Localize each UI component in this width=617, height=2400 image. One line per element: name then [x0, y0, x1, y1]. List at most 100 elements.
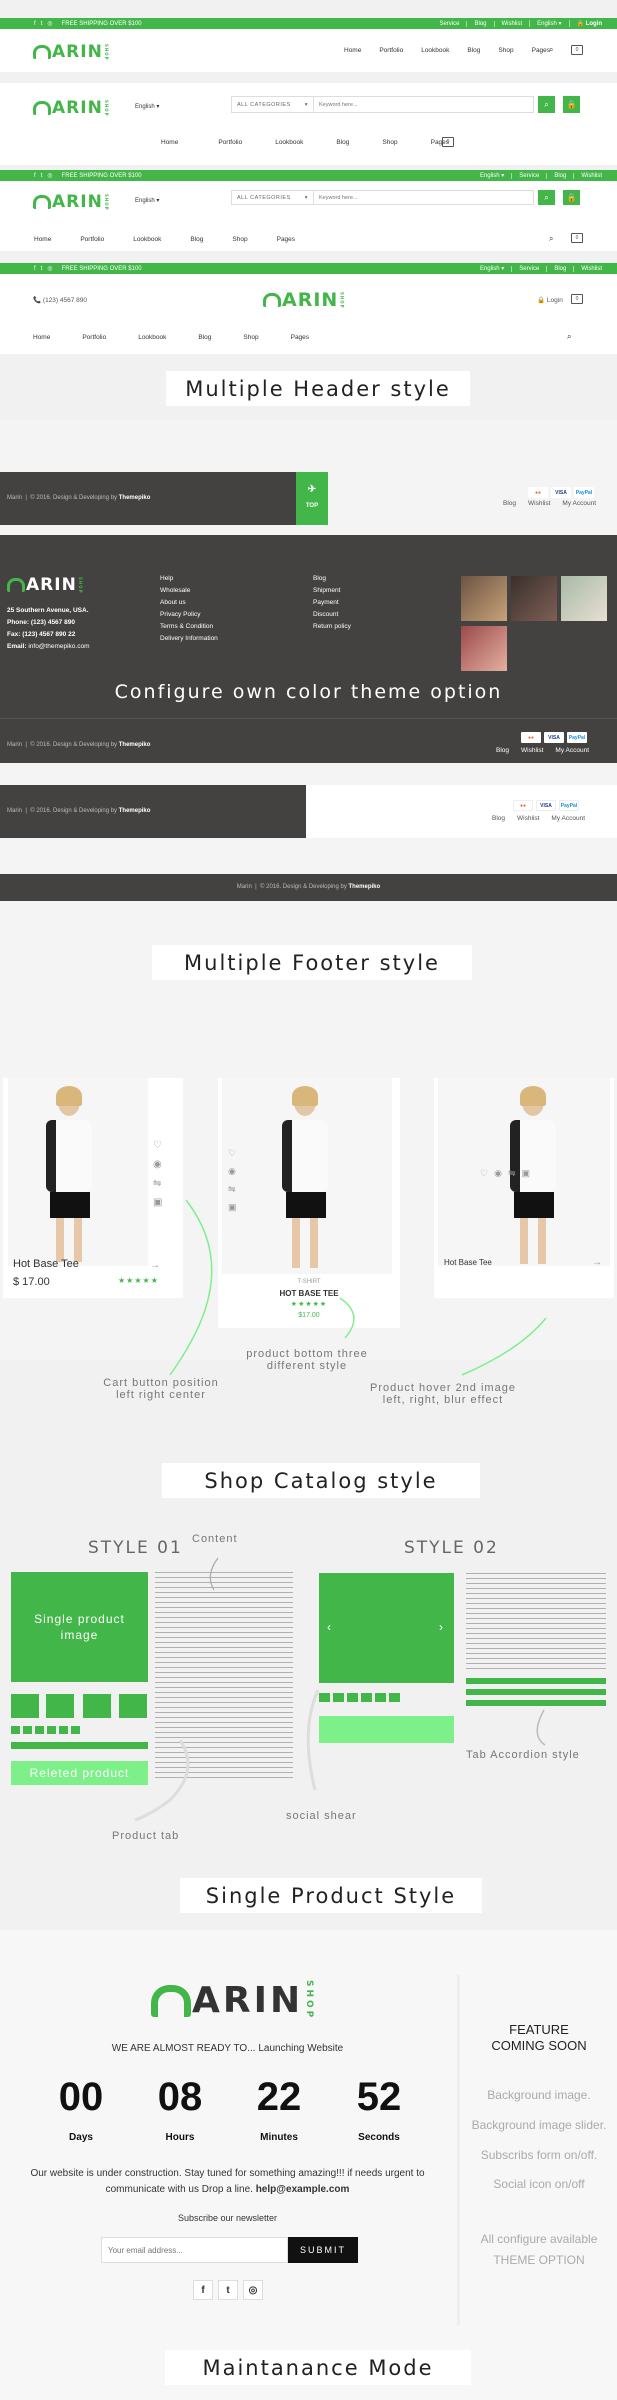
nav-shop[interactable]: Shop — [498, 47, 513, 54]
search-input[interactable] — [314, 101, 514, 108]
category-select[interactable]: ALL CATEGORIES ▾ — [232, 191, 314, 204]
nav-home[interactable]: Home — [34, 236, 51, 243]
top-link-login[interactable]: 🔒 Login — [568, 20, 609, 27]
language-select[interactable]: English ▾ — [135, 103, 159, 110]
compare-icon[interactable]: ⇋ — [508, 1168, 516, 1179]
nav-shop[interactable]: Shop — [232, 236, 247, 243]
search-icon[interactable]: ⌕ — [567, 332, 571, 342]
search-icon[interactable]: ⌕ — [549, 234, 553, 244]
login-link[interactable]: 🔒 Login — [537, 296, 563, 304]
search-button[interactable]: ⌕ — [538, 190, 555, 205]
top-link-service[interactable]: Service — [432, 21, 466, 27]
nav-lookbook[interactable]: Lookbook — [133, 236, 161, 243]
top-link-blog[interactable]: Blog — [546, 172, 573, 179]
heart-icon[interactable]: ♡ — [228, 1148, 237, 1159]
footer-link-wishlist[interactable]: Wishlist — [528, 500, 550, 507]
footer-link[interactable]: Return policy — [313, 621, 351, 633]
footer-link[interactable]: Shipment — [313, 585, 351, 597]
cart-icon[interactable]: 0 — [571, 45, 583, 55]
cart-icon[interactable]: 0 — [571, 233, 583, 243]
top-link-wishlist[interactable]: Wishlist — [493, 20, 530, 27]
footer-link-wishlist[interactable]: Wishlist — [517, 815, 539, 822]
logo[interactable]: ARIN SHOP — [7, 575, 83, 595]
footer-link-account[interactable]: My Account — [555, 747, 589, 754]
nav-pages[interactable]: Pages — [277, 236, 295, 243]
footer-link-account[interactable]: My Account — [562, 500, 596, 507]
footer-link[interactable]: Terms & Condition — [160, 621, 218, 633]
account-lock-button[interactable]: 🔒 — [563, 190, 580, 205]
nav-home[interactable]: Home — [344, 47, 361, 54]
logo[interactable]: ARIN SHOP — [33, 42, 109, 62]
footer-link[interactable]: Payment — [313, 597, 351, 609]
footer-link-blog[interactable]: Blog — [503, 500, 516, 507]
nav-lookbook[interactable]: Lookbook — [421, 47, 449, 54]
nav-shop[interactable]: Shop — [243, 334, 258, 341]
search-button[interactable]: ⌕ — [538, 96, 555, 113]
nav-blog[interactable]: Blog — [190, 236, 203, 243]
back-to-top-button[interactable]: ✈ TOP — [296, 472, 328, 525]
nav-portfolio[interactable]: Portfolio — [218, 139, 242, 146]
logo[interactable]: ARIN SHOP — [263, 289, 344, 311]
logo[interactable]: ARIN SHOP — [151, 1980, 314, 2021]
top-link-wishlist[interactable]: Wishlist — [573, 265, 609, 272]
nav-portfolio[interactable]: Portfolio — [82, 334, 106, 341]
twitter-icon[interactable]: t — [41, 266, 43, 272]
nav-pages[interactable]: Pages — [532, 47, 550, 54]
contact-email[interactable]: help@example.com — [256, 2184, 350, 2195]
instagram-thumb[interactable] — [461, 626, 507, 671]
nav-pages[interactable]: Pages — [291, 334, 309, 341]
instagram-icon[interactable]: ◎ — [243, 2280, 263, 2300]
facebook-icon[interactable]: f — [193, 2280, 213, 2300]
footer-link-account[interactable]: My Account — [551, 815, 585, 822]
footer-link[interactable]: Discount — [313, 609, 351, 621]
footer-link-blog[interactable]: Blog — [496, 747, 509, 754]
footer-link[interactable]: Help — [160, 573, 218, 585]
category-select[interactable]: ALL CATEGORIES ▾ — [232, 97, 314, 112]
eye-icon[interactable]: ◉ — [153, 1159, 162, 1170]
facebook-icon[interactable]: f — [34, 173, 36, 179]
bag-icon[interactable]: ▣ — [521, 1168, 530, 1179]
email-input[interactable] — [101, 2237, 288, 2263]
instagram-thumb[interactable] — [561, 576, 607, 621]
language-select[interactable]: English ▾ — [135, 197, 159, 204]
instagram-thumb[interactable] — [511, 576, 557, 621]
eye-icon[interactable]: ◉ — [494, 1168, 502, 1179]
nav-blog[interactable]: Blog — [336, 139, 349, 146]
nav-shop[interactable]: Shop — [382, 139, 397, 146]
account-lock-button[interactable]: 🔒 — [563, 96, 580, 113]
logo[interactable]: ARIN SHOP — [33, 192, 109, 212]
heart-icon[interactable]: ♡ — [480, 1168, 488, 1179]
eye-icon[interactable]: ◉ — [228, 1166, 237, 1177]
nav-portfolio[interactable]: Portfolio — [379, 47, 403, 54]
footer-link[interactable]: Wholesale — [160, 585, 218, 597]
nav-portfolio[interactable]: Portfolio — [80, 236, 104, 243]
heart-icon[interactable]: ♡ — [153, 1140, 162, 1151]
footer-link[interactable]: About us — [160, 597, 218, 609]
twitter-icon[interactable]: t — [41, 173, 43, 179]
instagram-icon[interactable]: ◎ — [47, 20, 52, 27]
instagram-thumb[interactable] — [461, 576, 507, 621]
footer-link[interactable]: Blog — [313, 573, 351, 585]
nav-lookbook[interactable]: Lookbook — [138, 334, 166, 341]
facebook-icon[interactable]: f — [34, 21, 36, 27]
top-link-service[interactable]: Service — [511, 172, 546, 179]
nav-home[interactable]: Home — [161, 139, 178, 146]
search-input[interactable] — [314, 194, 514, 201]
cart-icon[interactable]: 0 — [442, 137, 454, 147]
top-link-language[interactable]: English ▾ — [529, 20, 568, 27]
top-link-wishlist[interactable]: Wishlist — [573, 172, 609, 179]
top-link-language[interactable]: English ▾ — [473, 265, 511, 272]
search-icon[interactable]: ⌕ — [549, 45, 553, 55]
logo[interactable]: ARIN SHOP — [33, 98, 109, 118]
nav-blog[interactable]: Blog — [198, 334, 211, 341]
top-link-blog[interactable]: Blog — [546, 265, 573, 272]
footer-link[interactable]: Privacy Policy — [160, 609, 218, 621]
top-link-language[interactable]: English ▾ — [473, 172, 511, 179]
nav-blog[interactable]: Blog — [467, 47, 480, 54]
instagram-icon[interactable]: ◎ — [47, 172, 52, 179]
facebook-icon[interactable]: f — [34, 266, 36, 272]
nav-home[interactable]: Home — [33, 334, 50, 341]
submit-button[interactable]: SUBMIT — [288, 2237, 358, 2263]
top-link-blog[interactable]: Blog — [466, 20, 493, 27]
footer-link-wishlist[interactable]: Wishlist — [521, 747, 543, 754]
